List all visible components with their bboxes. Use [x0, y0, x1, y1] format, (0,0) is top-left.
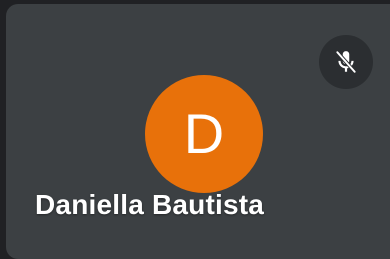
participant-name: Daniella Bautista: [35, 189, 265, 220]
mic-off-icon: [335, 50, 357, 74]
participant-tile[interactable]: D Daniella Bautista: [6, 4, 390, 259]
mic-muted-indicator: [319, 35, 373, 89]
avatar: D: [145, 75, 263, 193]
